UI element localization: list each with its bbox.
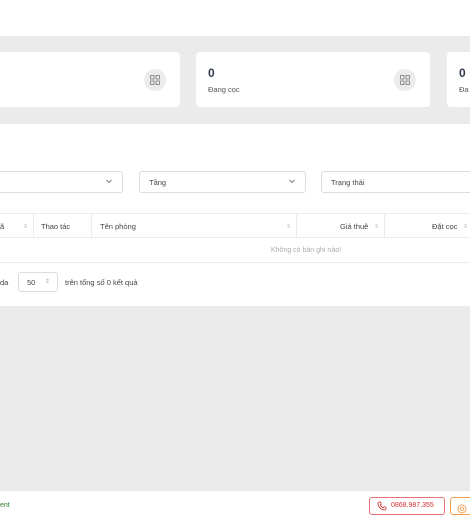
column-header[interactable]: Thao tác [41, 222, 70, 231]
column-divider [296, 214, 297, 237]
filter-select-status[interactable]: Trạng thái [321, 171, 470, 193]
stat-card-3: 0 Đa [447, 52, 470, 107]
grid-icon [144, 69, 166, 91]
filter-select-floor[interactable]: Tầng [139, 171, 306, 193]
column-header[interactable]: Giá thuê [340, 222, 368, 231]
sort-icon[interactable]: ⇕ [463, 223, 468, 230]
page-size-value: 50 [27, 278, 36, 287]
empty-message: Không có bản ghi nào! [271, 247, 342, 254]
sort-icon[interactable]: ⇕ [374, 223, 379, 230]
sort-icon: ⇕ [45, 279, 51, 285]
stat-card-1 [0, 52, 180, 107]
filter-select-first[interactable] [0, 171, 123, 193]
support-icon [457, 501, 467, 519]
chevron-down-icon [105, 177, 113, 187]
top-bar [0, 0, 470, 36]
column-divider [91, 214, 92, 237]
phone-number: 0868.987.355 [391, 502, 434, 509]
pagination-total: trên tổng số 0 kết quả [65, 278, 138, 287]
column-header[interactable]: Tên phòng [100, 222, 136, 231]
stat-card-deposit: 0 Đang cọc [196, 52, 430, 107]
support-button[interactable] [450, 497, 470, 515]
phone-icon [377, 501, 387, 513]
main-panel: Tầng Trạng thái ã ⇕ Thao tác Tên phòng ⇕… [0, 124, 470, 306]
pagination: da 50 ⇕ trên tổng số 0 kết quả [0, 272, 470, 294]
column-divider [384, 214, 385, 237]
grid-icon [394, 69, 416, 91]
column-divider [33, 214, 34, 237]
stat-value: 0 [208, 66, 215, 80]
table-empty-row: Không có bản ghi nào! [0, 238, 470, 263]
pagination-prefix: da [0, 278, 9, 287]
footer-brand[interactable]: ent [0, 502, 10, 509]
sort-icon[interactable]: ⇕ [23, 223, 28, 230]
stat-label: Đa [459, 85, 469, 94]
chevron-down-icon [288, 177, 296, 187]
page-size-select[interactable]: 50 ⇕ [18, 272, 58, 292]
stat-label: Đang cọc [208, 85, 240, 94]
stat-value: 0 [459, 66, 466, 80]
column-header[interactable]: Đặt cọc [432, 222, 457, 231]
table-header: ã ⇕ Thao tác Tên phòng ⇕ Giá thuê ⇕ Đặt … [0, 213, 470, 238]
filter-select-label: Trạng thái [331, 178, 365, 187]
column-header[interactable]: ã [0, 222, 4, 231]
footer: ent 0868.987.355 [0, 491, 470, 520]
filter-select-label: Tầng [149, 178, 167, 187]
sort-icon[interactable]: ⇕ [286, 223, 291, 230]
phone-button[interactable]: 0868.987.355 [369, 497, 445, 515]
